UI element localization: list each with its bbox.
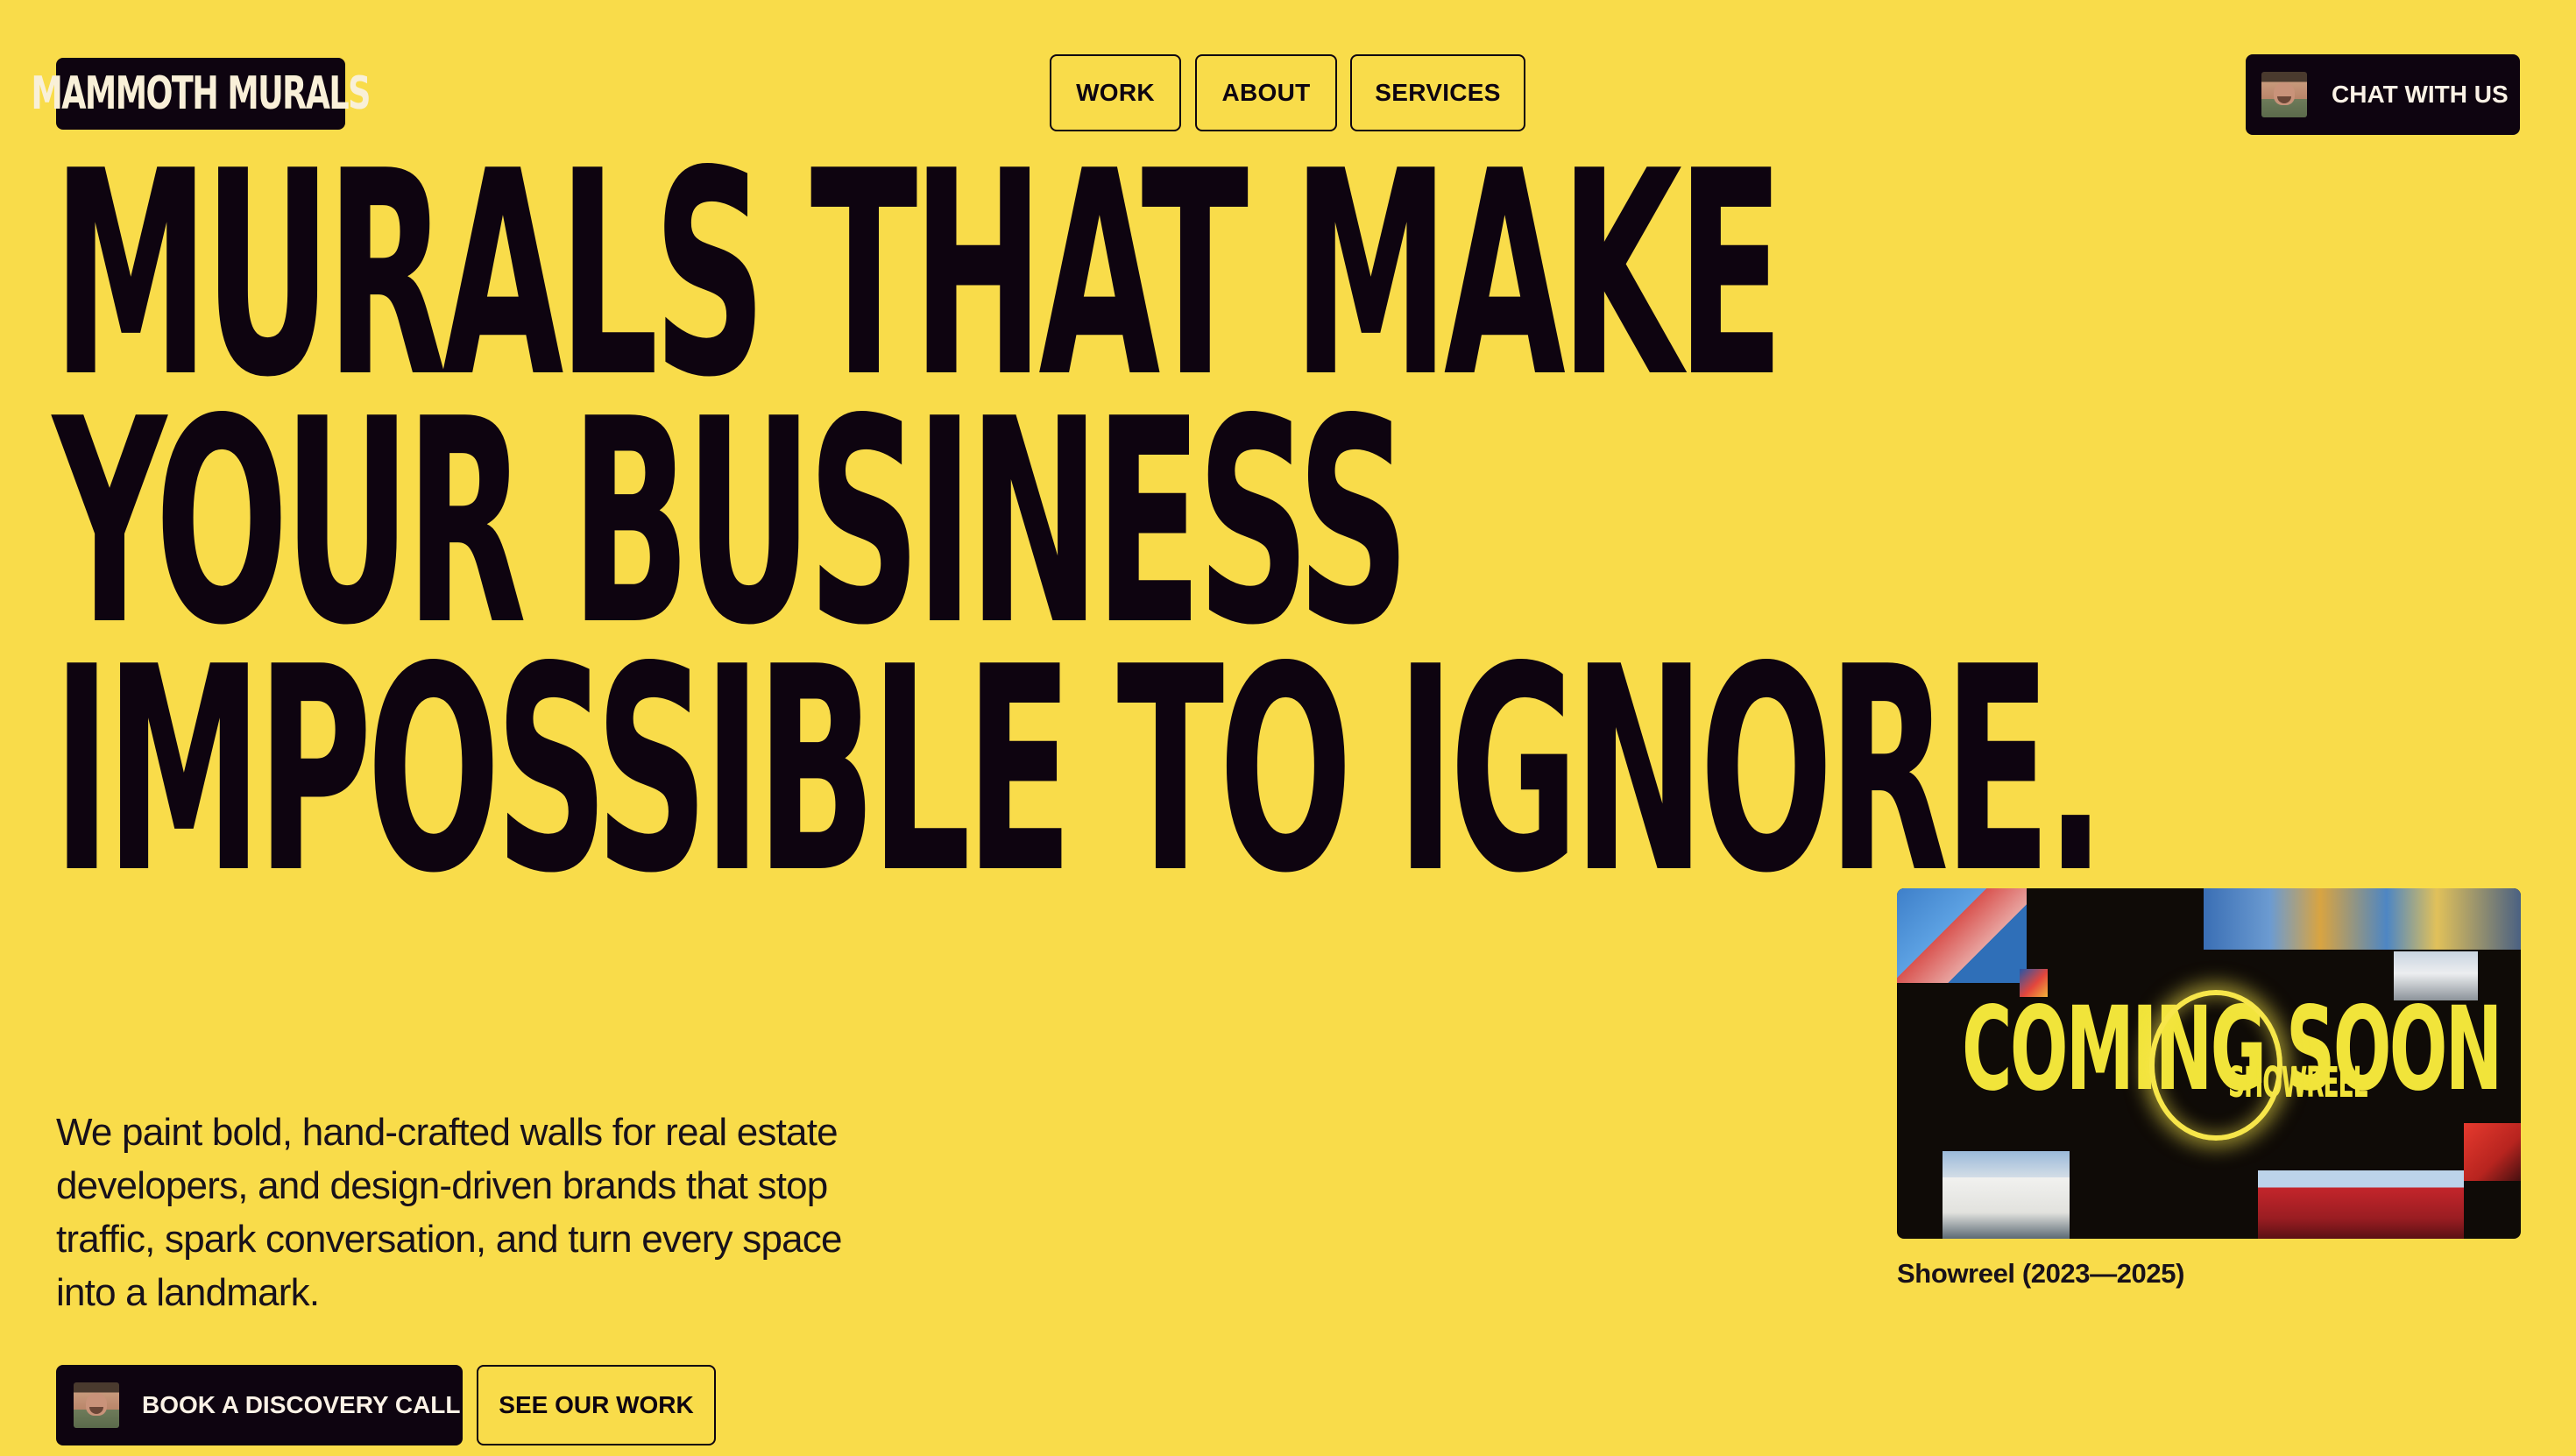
mural-thumbnail [2258,1170,2464,1239]
mural-thumbnail [2464,1123,2521,1181]
play-ring-icon[interactable] [2149,990,2282,1141]
mural-thumbnail [1897,888,2027,983]
chat-with-us-button[interactable]: CHAT WITH US [2246,54,2520,135]
headline-line-3: IMPOSSIBLE TO IGNORE. [53,606,2105,935]
see-our-work-button[interactable]: SEE OUR WORK [477,1365,716,1445]
avatar [2261,72,2307,117]
book-discovery-call-label: BOOK A DISCOVERY CALL [142,1391,461,1418]
showreel-caption: Showreel (2023—2025) [1897,1258,2185,1289]
mural-thumbnail [2204,888,2521,950]
hero-description: We paint bold, hand-crafted walls for re… [56,1111,842,1314]
hero-headline: MURALS THAT MAKE YOUR BUSINESS IMPOSSIBL… [53,134,2105,935]
showreel-video[interactable]: COMING SOON SHOWREEL [1897,888,2521,1239]
mural-thumbnail [1943,1151,2070,1239]
avatar [74,1382,119,1428]
chat-label: CHAT WITH US [2332,81,2509,108]
book-discovery-call-button[interactable]: BOOK A DISCOVERY CALL [56,1365,463,1445]
